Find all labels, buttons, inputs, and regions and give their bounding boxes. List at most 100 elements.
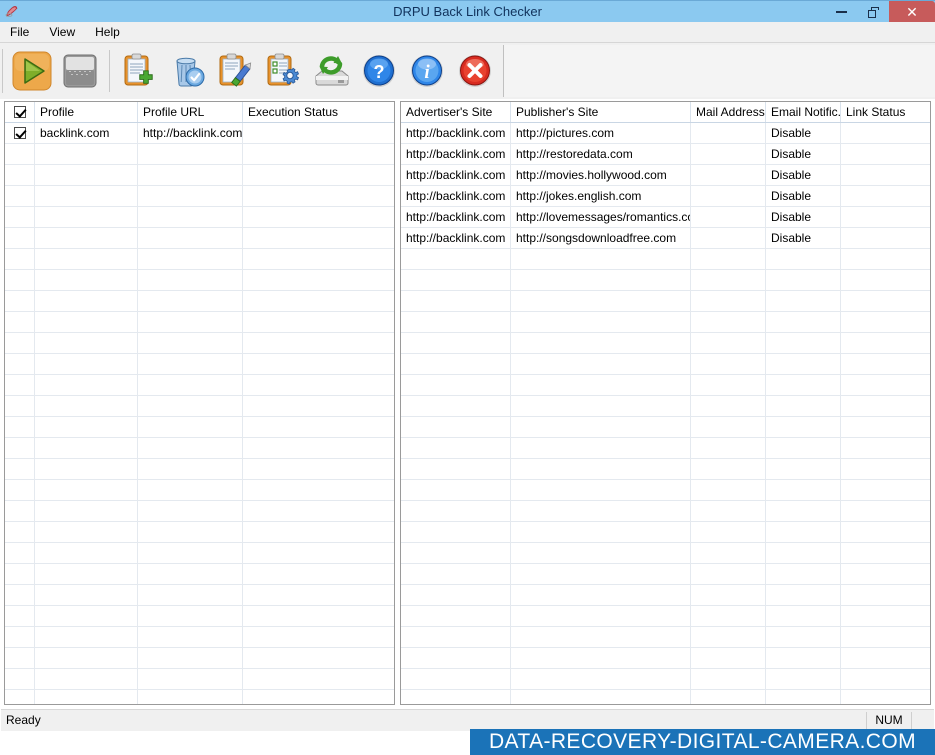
table-row[interactable] [5,648,394,669]
table-row[interactable] [5,165,394,186]
row-select-cell[interactable] [5,354,35,374]
row-select-cell[interactable] [5,207,35,227]
table-row[interactable] [5,396,394,417]
column-header-profile[interactable]: Profile [35,102,138,122]
minimize-button[interactable] [825,1,857,23]
table-row[interactable]: http://backlink.com http://movies.hollywo… [401,165,930,186]
table-row[interactable] [5,438,394,459]
row-select-cell[interactable] [5,648,35,668]
row-select-cell[interactable] [5,438,35,458]
table-row[interactable] [401,543,930,564]
table-row[interactable] [401,249,930,270]
table-row[interactable] [5,186,394,207]
table-row[interactable] [5,417,394,438]
row-select-cell[interactable] [5,606,35,626]
table-row[interactable] [401,648,930,669]
row-select-cell[interactable] [5,669,35,689]
table-row[interactable]: http://backlink.com http://lovemessages/r… [401,207,930,228]
row-select-cell[interactable] [5,123,35,143]
table-row[interactable] [5,375,394,396]
help-button[interactable]: ? [355,47,403,95]
table-row[interactable] [5,564,394,585]
delete-profile-button[interactable] [163,47,211,95]
row-select-cell[interactable] [5,165,35,185]
table-row[interactable] [5,501,394,522]
row-select-cell[interactable] [5,375,35,395]
menu-item-help[interactable]: Help [85,22,130,42]
menu-item-view[interactable]: View [39,22,85,42]
table-row[interactable] [5,354,394,375]
table-row[interactable] [5,228,394,249]
row-checkbox[interactable] [13,127,26,139]
row-select-cell[interactable] [5,396,35,416]
table-row[interactable] [5,459,394,480]
refresh-button[interactable] [307,47,355,95]
table-row[interactable]: http://backlink.com http://pictures.com Di… [401,123,930,144]
row-select-cell[interactable] [5,417,35,437]
table-row[interactable] [5,144,394,165]
table-row[interactable] [401,438,930,459]
table-row[interactable] [5,270,394,291]
table-row[interactable] [401,585,930,606]
exit-button[interactable] [451,47,499,95]
table-row[interactable] [5,249,394,270]
row-select-cell[interactable] [5,144,35,164]
row-select-cell[interactable] [5,564,35,584]
select-all-header[interactable] [5,102,35,122]
row-select-cell[interactable] [5,228,35,248]
table-row[interactable] [401,501,930,522]
table-row[interactable] [5,291,394,312]
table-row[interactable] [401,291,930,312]
table-row[interactable] [401,669,930,690]
table-row[interactable] [401,564,930,585]
add-profile-button[interactable] [115,47,163,95]
table-row[interactable] [401,375,930,396]
table-row[interactable] [401,606,930,627]
table-row[interactable] [401,690,930,704]
maximize-button[interactable] [857,1,889,23]
close-button[interactable]: ✕ [889,1,935,23]
table-row[interactable]: http://backlink.com http://songsdownloadf… [401,228,930,249]
row-select-cell[interactable] [5,186,35,206]
table-row[interactable] [5,606,394,627]
table-row[interactable] [401,627,930,648]
table-row[interactable] [5,690,394,704]
table-row[interactable] [5,480,394,501]
table-row[interactable] [401,480,930,501]
row-select-cell[interactable] [5,480,35,500]
start-button[interactable] [8,47,56,95]
row-select-cell[interactable] [5,627,35,647]
table-row[interactable] [401,333,930,354]
row-select-cell[interactable] [5,249,35,269]
row-select-cell[interactable] [5,459,35,479]
table-row[interactable] [401,417,930,438]
about-button[interactable]: i [403,47,451,95]
table-row[interactable] [5,669,394,690]
column-header-execution-status[interactable]: Execution Status [243,102,394,122]
table-row[interactable] [5,333,394,354]
column-header-link-status[interactable]: Link Status [841,102,930,122]
row-select-cell[interactable] [5,270,35,290]
row-select-cell[interactable] [5,312,35,332]
table-row[interactable] [5,522,394,543]
column-header-email-notification[interactable]: Email Notific... [766,102,841,122]
table-row[interactable] [5,585,394,606]
column-header-advertisers-site[interactable]: Advertiser's Site [401,102,511,122]
table-row[interactable] [401,396,930,417]
column-header-profile-url[interactable]: Profile URL [138,102,243,122]
table-row[interactable] [401,459,930,480]
column-header-publishers-site[interactable]: Publisher's Site [511,102,691,122]
row-select-cell[interactable] [5,333,35,353]
row-select-cell[interactable] [5,501,35,521]
column-header-mail-address[interactable]: Mail Address [691,102,766,122]
table-row[interactable]: http://backlink.com http://jokes.english.… [401,186,930,207]
edit-profile-button[interactable] [211,47,259,95]
select-all-checkbox[interactable] [13,106,26,118]
table-row[interactable] [401,354,930,375]
table-row[interactable] [5,543,394,564]
menu-item-file[interactable]: File [0,22,39,42]
row-select-cell[interactable] [5,543,35,563]
table-row[interactable] [5,627,394,648]
stop-button[interactable] [56,47,104,95]
row-select-cell[interactable] [5,522,35,542]
